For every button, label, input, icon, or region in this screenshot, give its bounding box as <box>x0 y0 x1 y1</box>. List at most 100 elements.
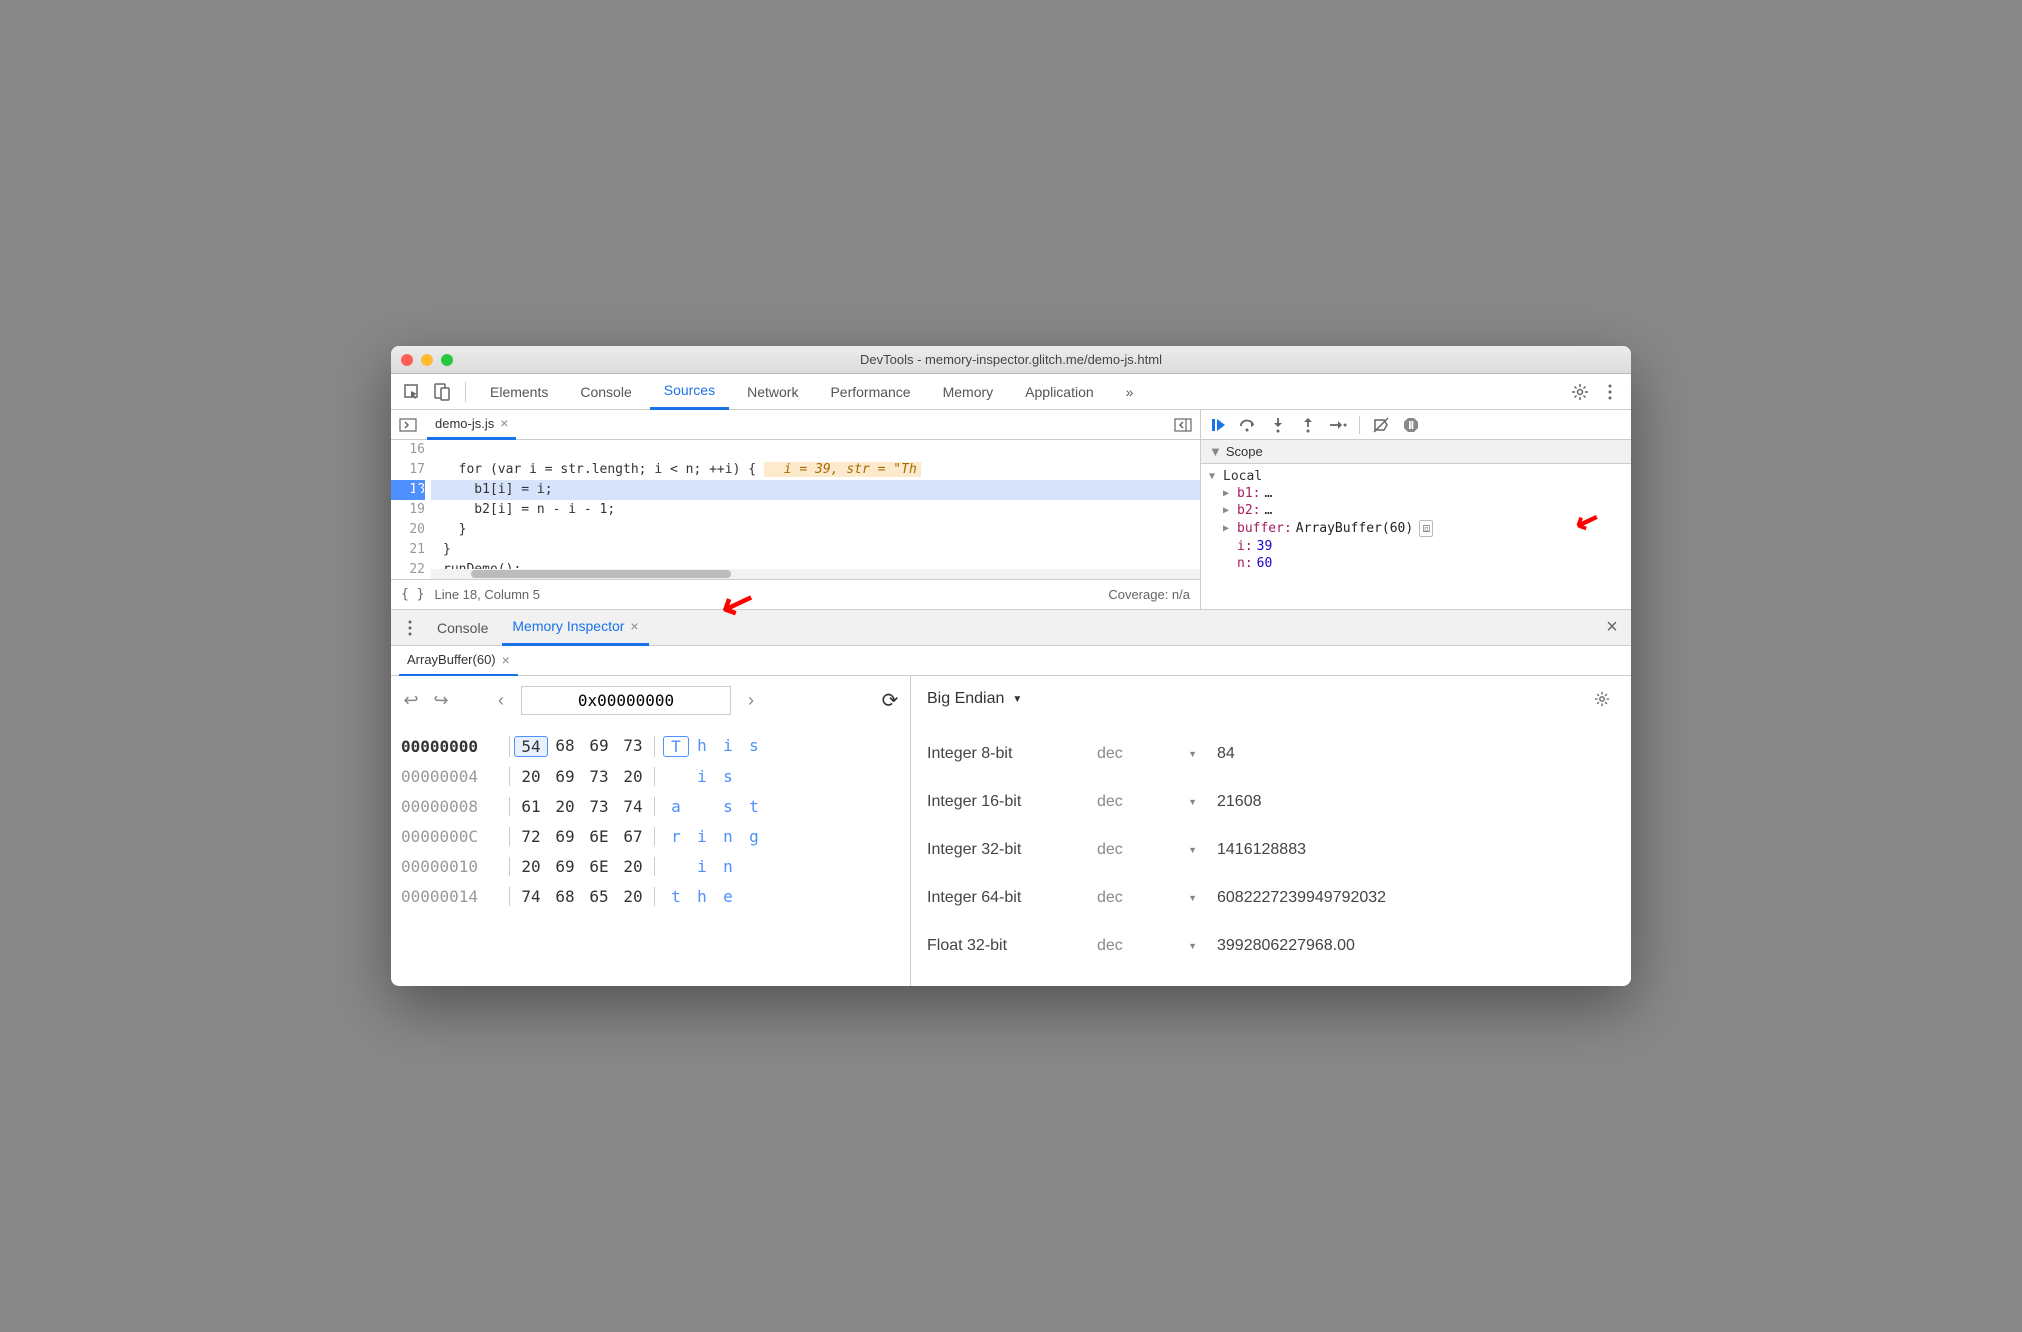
hex-byte[interactable]: 69 <box>548 827 582 846</box>
line-number[interactable]: 17 <box>391 460 425 480</box>
step-icon[interactable] <box>1327 414 1349 436</box>
hex-ascii-char[interactable]: e <box>715 887 741 906</box>
undo-icon[interactable]: ↩ <box>401 690 421 711</box>
hex-ascii-char[interactable]: t <box>663 887 689 906</box>
tab-performance[interactable]: Performance <box>816 374 924 410</box>
hex-ascii-char[interactable]: . <box>663 767 689 786</box>
tab-sources[interactable]: Sources <box>650 374 729 410</box>
line-number[interactable]: 16 <box>391 440 425 460</box>
encoding-selector[interactable]: dec▼ <box>1097 793 1217 811</box>
encoding-selector[interactable]: dec▼ <box>1097 889 1217 907</box>
drawer-tab-console[interactable]: Console <box>427 610 498 646</box>
line-number-breakpoint[interactable]: 18 <box>391 480 425 500</box>
tab-elements[interactable]: Elements <box>476 374 562 410</box>
hex-ascii-char[interactable]: i <box>715 736 741 757</box>
hex-grid[interactable]: 0000000054686973This0000000420697320.is.… <box>401 731 900 911</box>
scope-var-b2[interactable]: ▶b2: … <box>1201 502 1631 519</box>
tab-network[interactable]: Network <box>733 374 812 410</box>
hex-byte[interactable]: 68 <box>548 736 582 757</box>
line-gutter[interactable]: 16 17 18 19 20 21 22 <box>391 440 431 579</box>
hex-ascii-char[interactable]: h <box>689 736 715 757</box>
horizontal-scrollbar[interactable] <box>431 569 1200 579</box>
hex-byte[interactable]: 69 <box>548 767 582 786</box>
tab-application[interactable]: Application <box>1011 374 1108 410</box>
pretty-print-icon[interactable]: { } <box>401 587 424 602</box>
resume-icon[interactable] <box>1207 414 1229 436</box>
hex-ascii-char[interactable]: . <box>689 797 715 816</box>
navigator-toggle-icon[interactable] <box>395 412 421 438</box>
hex-byte[interactable]: 69 <box>582 736 616 757</box>
close-icon[interactable]: × <box>630 618 638 634</box>
hex-byte[interactable]: 73 <box>616 736 650 757</box>
hex-ascii-char[interactable]: s <box>741 736 767 757</box>
next-page-icon[interactable]: › <box>741 690 761 711</box>
buffer-tab-arraybuffer[interactable]: ArrayBuffer(60) × <box>399 646 518 676</box>
step-out-icon[interactable] <box>1297 414 1319 436</box>
zoom-window[interactable] <box>441 354 453 366</box>
hex-byte[interactable]: 54 <box>514 736 548 757</box>
hex-ascii-char[interactable]: s <box>715 767 741 786</box>
kebab-menu-icon[interactable] <box>1597 379 1623 405</box>
interpreter-settings-icon[interactable] <box>1589 686 1615 712</box>
hex-byte[interactable]: 67 <box>616 827 650 846</box>
step-into-icon[interactable] <box>1267 414 1289 436</box>
hex-ascii-char[interactable]: g <box>741 827 767 846</box>
encoding-selector[interactable]: dec▼ <box>1097 841 1217 859</box>
hex-byte[interactable]: 65 <box>582 887 616 906</box>
scope-var-b1[interactable]: ▶b1: … <box>1201 485 1631 502</box>
hex-ascii-char[interactable]: i <box>689 857 715 876</box>
code-editor[interactable]: 16 17 18 19 20 21 22 for (var i = str.le… <box>391 440 1200 579</box>
line-number[interactable]: 19 <box>391 500 425 520</box>
hex-ascii-char[interactable]: . <box>741 887 767 906</box>
hex-byte[interactable]: 20 <box>548 797 582 816</box>
hex-ascii-char[interactable]: i <box>689 767 715 786</box>
hex-byte[interactable]: 61 <box>514 797 548 816</box>
line-number[interactable]: 22 <box>391 560 425 579</box>
hex-byte[interactable]: 6E <box>582 857 616 876</box>
minimize-window[interactable] <box>421 354 433 366</box>
hex-ascii-char[interactable]: r <box>663 827 689 846</box>
device-mode-icon[interactable] <box>429 379 455 405</box>
scope-local[interactable]: ▼Local <box>1201 468 1631 485</box>
deactivate-breakpoints-icon[interactable] <box>1370 414 1392 436</box>
hex-ascii-char[interactable]: n <box>715 827 741 846</box>
titlebar[interactable]: DevTools - memory-inspector.glitch.me/de… <box>391 346 1631 374</box>
inspect-element-icon[interactable] <box>399 379 425 405</box>
hex-ascii-char[interactable]: h <box>689 887 715 906</box>
step-over-icon[interactable] <box>1237 414 1259 436</box>
memory-inspector-icon[interactable]: ⧈ <box>1419 520 1433 537</box>
close-drawer-icon[interactable]: × <box>1599 615 1625 641</box>
sidebar-toggle-icon[interactable] <box>1170 412 1196 438</box>
hex-ascii-char[interactable]: T <box>663 736 689 757</box>
hex-byte[interactable]: 6E <box>582 827 616 846</box>
prev-page-icon[interactable]: ‹ <box>491 690 511 711</box>
hex-byte[interactable]: 20 <box>616 887 650 906</box>
hex-byte[interactable]: 20 <box>514 767 548 786</box>
hex-ascii-char[interactable]: s <box>715 797 741 816</box>
close-icon[interactable]: × <box>502 652 510 668</box>
hex-ascii-char[interactable]: n <box>715 857 741 876</box>
endian-selector[interactable]: Big Endian ▼ <box>927 690 1022 708</box>
hex-byte[interactable]: 74 <box>514 887 548 906</box>
drawer-menu-icon[interactable] <box>397 615 423 641</box>
hex-ascii-char[interactable]: . <box>663 857 689 876</box>
address-input[interactable] <box>521 686 731 715</box>
line-number[interactable]: 21 <box>391 540 425 560</box>
line-number[interactable]: 20 <box>391 520 425 540</box>
scope-var-buffer[interactable]: ▶buffer: ArrayBuffer(60)⧈ <box>1201 519 1631 538</box>
tab-memory[interactable]: Memory <box>929 374 1008 410</box>
tabs-overflow[interactable]: » <box>1112 374 1148 410</box>
hex-ascii-char[interactable]: . <box>741 857 767 876</box>
hex-ascii-char[interactable]: t <box>741 797 767 816</box>
encoding-selector[interactable]: dec▼ <box>1097 937 1217 955</box>
hex-byte[interactable]: 68 <box>548 887 582 906</box>
hex-byte[interactable]: 73 <box>582 767 616 786</box>
hex-byte[interactable]: 73 <box>582 797 616 816</box>
hex-byte[interactable]: 69 <box>548 857 582 876</box>
hex-byte[interactable]: 20 <box>616 767 650 786</box>
hex-byte[interactable]: 74 <box>616 797 650 816</box>
tab-console[interactable]: Console <box>566 374 645 410</box>
file-tab-demo-js[interactable]: demo-js.js × <box>427 410 516 440</box>
redo-icon[interactable]: ↪ <box>431 690 451 711</box>
pause-exceptions-icon[interactable] <box>1400 414 1422 436</box>
